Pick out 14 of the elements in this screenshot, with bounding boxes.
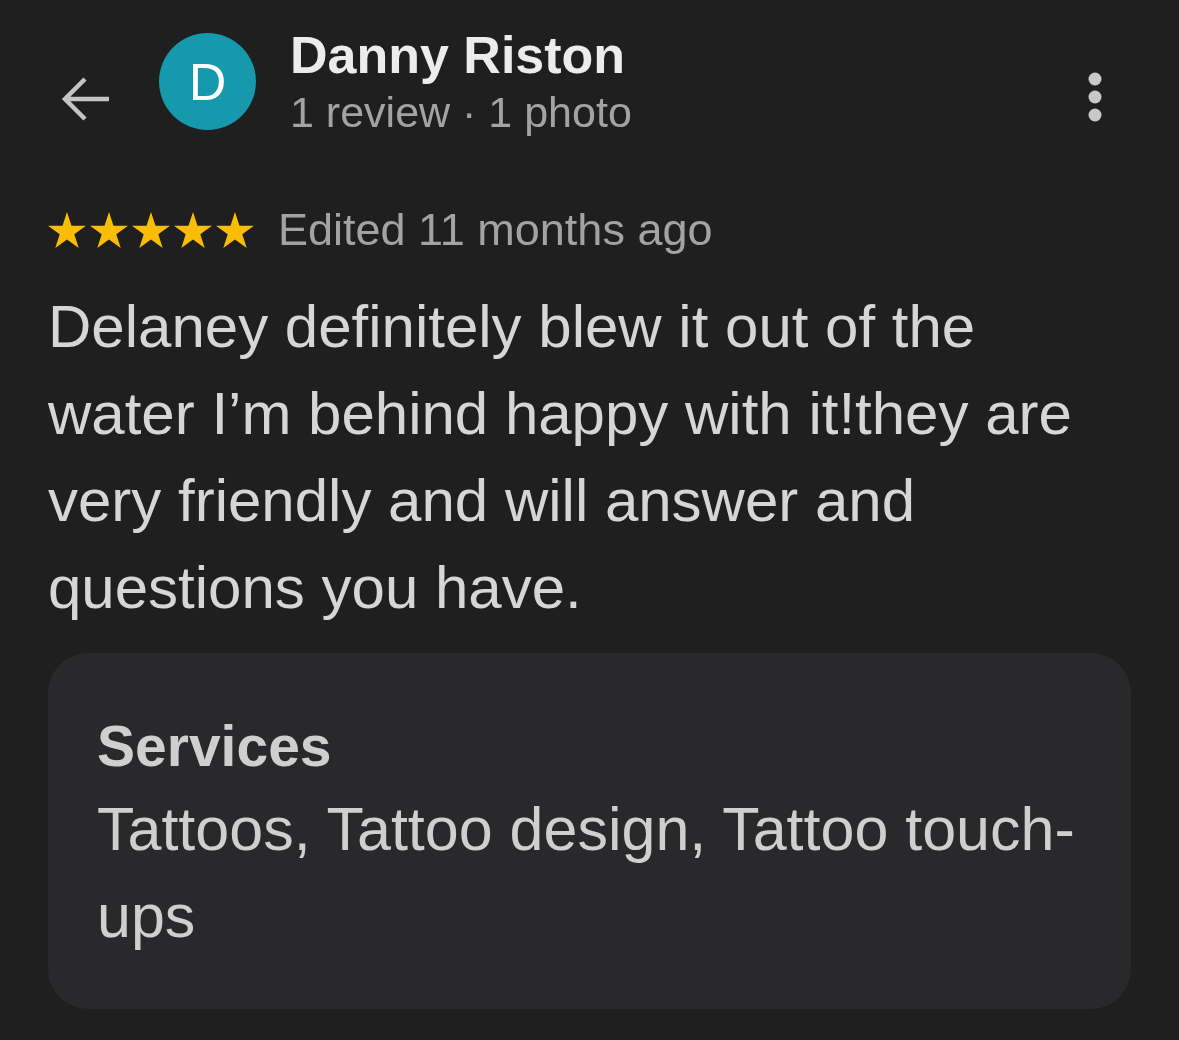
reviewer-stats: 1 review · 1 photo — [290, 87, 632, 137]
more-options-icon[interactable] — [1088, 72, 1102, 122]
star-filled-icon — [48, 212, 86, 248]
review-text: Delaney definitely blew it out of the water I’m behind happy with it!they are very friendly and will answer and questions you have. — [48, 292, 1073, 623]
back-arrow-icon[interactable] — [60, 76, 109, 122]
avatar: D — [159, 33, 256, 130]
services-title: Services — [97, 716, 333, 776]
star-filled-icon — [216, 212, 254, 248]
star-filled-icon — [174, 212, 212, 248]
services-list: Tattoos, Tattoo design, Tattoo touch-ups — [97, 786, 1101, 960]
star-filled-icon — [132, 212, 170, 248]
edited-date: Edited 11 months ago — [278, 206, 713, 254]
reviewer-name: Danny Riston — [290, 27, 627, 83]
star-filled-icon — [90, 212, 128, 248]
